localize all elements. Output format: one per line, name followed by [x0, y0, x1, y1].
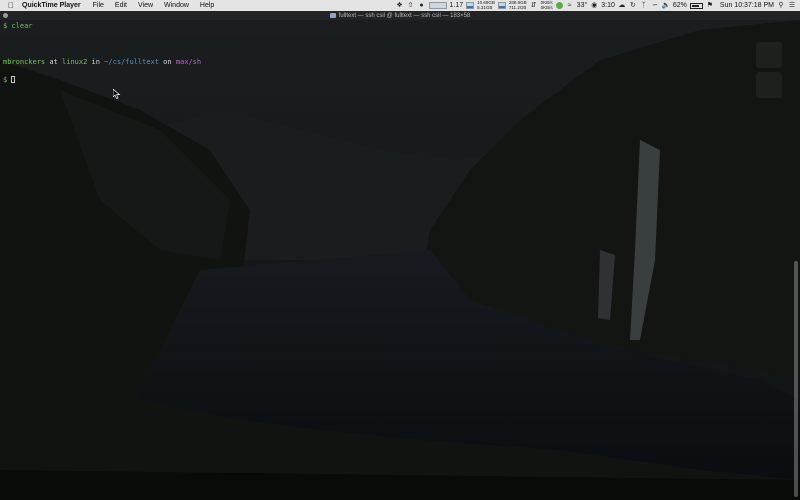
menu-help[interactable]: Help: [200, 2, 214, 9]
terminal-output[interactable]: $ clear mbronckers at linux2 in ~/cs/ful…: [0, 20, 800, 87]
bluetooth-icon[interactable]: ᛉ: [640, 2, 648, 9]
status-items: ❖ ⇧ ● 1.17 10.69GB 5.31GB 288.9GB 711.2G…: [396, 0, 797, 10]
memory-free: 5.31GB: [477, 4, 493, 10]
git-branch: max/sh: [175, 58, 202, 66]
dropbox-icon[interactable]: ❖: [396, 2, 404, 9]
terminal-line-command: $ clear: [3, 22, 797, 31]
menu-file[interactable]: File: [93, 2, 104, 9]
timer[interactable]: 3:10: [601, 2, 615, 9]
disk-stats[interactable]: 288.9GB 711.2GB: [508, 0, 527, 10]
menu-view[interactable]: View: [138, 2, 153, 9]
text-cursor[interactable]: [11, 76, 16, 83]
upload-icon[interactable]: ⇧: [407, 2, 415, 9]
at-text: at: [45, 58, 63, 66]
timer-icon: ◉: [591, 2, 598, 9]
menu-window[interactable]: Window: [164, 2, 189, 9]
disk-free: 711.2GB: [508, 4, 527, 10]
clock[interactable]: Sun 10:37:18 PM: [720, 2, 774, 9]
username: mbronckers: [3, 58, 46, 66]
terminal-line-input: $: [3, 76, 797, 85]
on-text: on: [158, 58, 176, 66]
battery-percent[interactable]: 62%: [673, 2, 687, 9]
disk-graph[interactable]: [497, 2, 506, 9]
app-menu[interactable]: QuickTime Player: [22, 2, 81, 9]
load-average[interactable]: 1.17: [450, 2, 464, 9]
notification-center-icon[interactable]: ☰: [788, 2, 796, 9]
notification-icon[interactable]: ●: [418, 2, 426, 9]
mouse-pointer-icon: [113, 89, 121, 99]
command-text: clear: [11, 22, 33, 30]
volume-icon[interactable]: 🔈: [662, 2, 671, 9]
terminal-title: fulltext — ssh csil @ fulltext — ssh csi…: [338, 12, 471, 19]
wifi-icon[interactable]: ∽: [651, 2, 659, 9]
sync-icon[interactable]: ↻: [629, 2, 637, 9]
prompt-symbol: $: [3, 76, 12, 84]
input-flag-icon[interactable]: ⚑: [706, 2, 714, 9]
spotlight-search-icon[interactable]: ⚲: [777, 2, 785, 9]
network-arrows-icon: ⇵: [530, 2, 537, 9]
apple-menu-icon[interactable]: : [0, 1, 22, 10]
battery-icon[interactable]: [689, 2, 703, 9]
menu-bar:  QuickTime Player File Edit View Window…: [0, 0, 800, 11]
memory-stats[interactable]: 10.69GB 5.31GB: [477, 0, 495, 10]
cpu-graph[interactable]: [428, 2, 447, 9]
folder-icon: [329, 13, 336, 18]
terminal-titlebar[interactable]: fulltext — ssh csil @ fulltext — ssh csi…: [0, 11, 800, 20]
sensor-icon: ≈: [567, 2, 572, 9]
terminal-scrollbar[interactable]: [794, 261, 798, 497]
temperature[interactable]: 33°: [577, 2, 588, 9]
status-dot-icon[interactable]: [555, 2, 563, 9]
hostname: linux2: [62, 58, 88, 66]
terminal-window[interactable]: fulltext — ssh csil @ fulltext — ssh csi…: [0, 11, 800, 500]
memory-graph[interactable]: [466, 2, 475, 9]
network-stats[interactable]: 0KB/s 0KB/s: [540, 0, 553, 10]
cloud-icon[interactable]: ☁: [618, 2, 626, 9]
working-directory: ~/cs/fulltext: [104, 58, 159, 66]
menu-edit[interactable]: Edit: [115, 2, 127, 9]
close-window-icon[interactable]: [3, 13, 8, 18]
network-down: 0KB/s: [540, 4, 553, 10]
in-text: in: [87, 58, 105, 66]
terminal-line-context: mbronckers at linux2 in ~/cs/fulltext on…: [3, 58, 797, 67]
